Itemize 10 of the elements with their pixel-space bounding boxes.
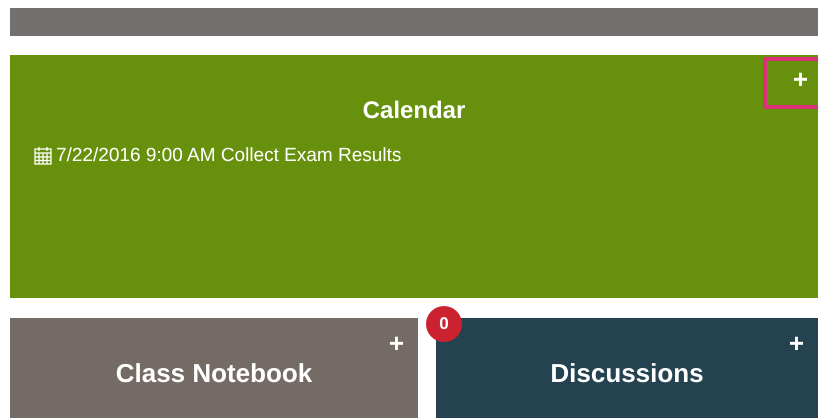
count-badge: 0 xyxy=(426,306,462,342)
tile-title: Class Notebook xyxy=(116,358,312,390)
calendar-icon xyxy=(34,146,52,166)
panel-title: Calendar xyxy=(362,96,466,125)
add-button[interactable]: + xyxy=(788,332,804,354)
tile[interactable]: Class Notebook + xyxy=(10,318,418,418)
add-button[interactable]: + xyxy=(763,56,818,109)
add-button[interactable]: + xyxy=(388,332,404,354)
event-link[interactable]: 7/22/2016 9:00 AM Collect Exam Results xyxy=(56,144,402,167)
tile-title: Discussions xyxy=(550,358,704,390)
